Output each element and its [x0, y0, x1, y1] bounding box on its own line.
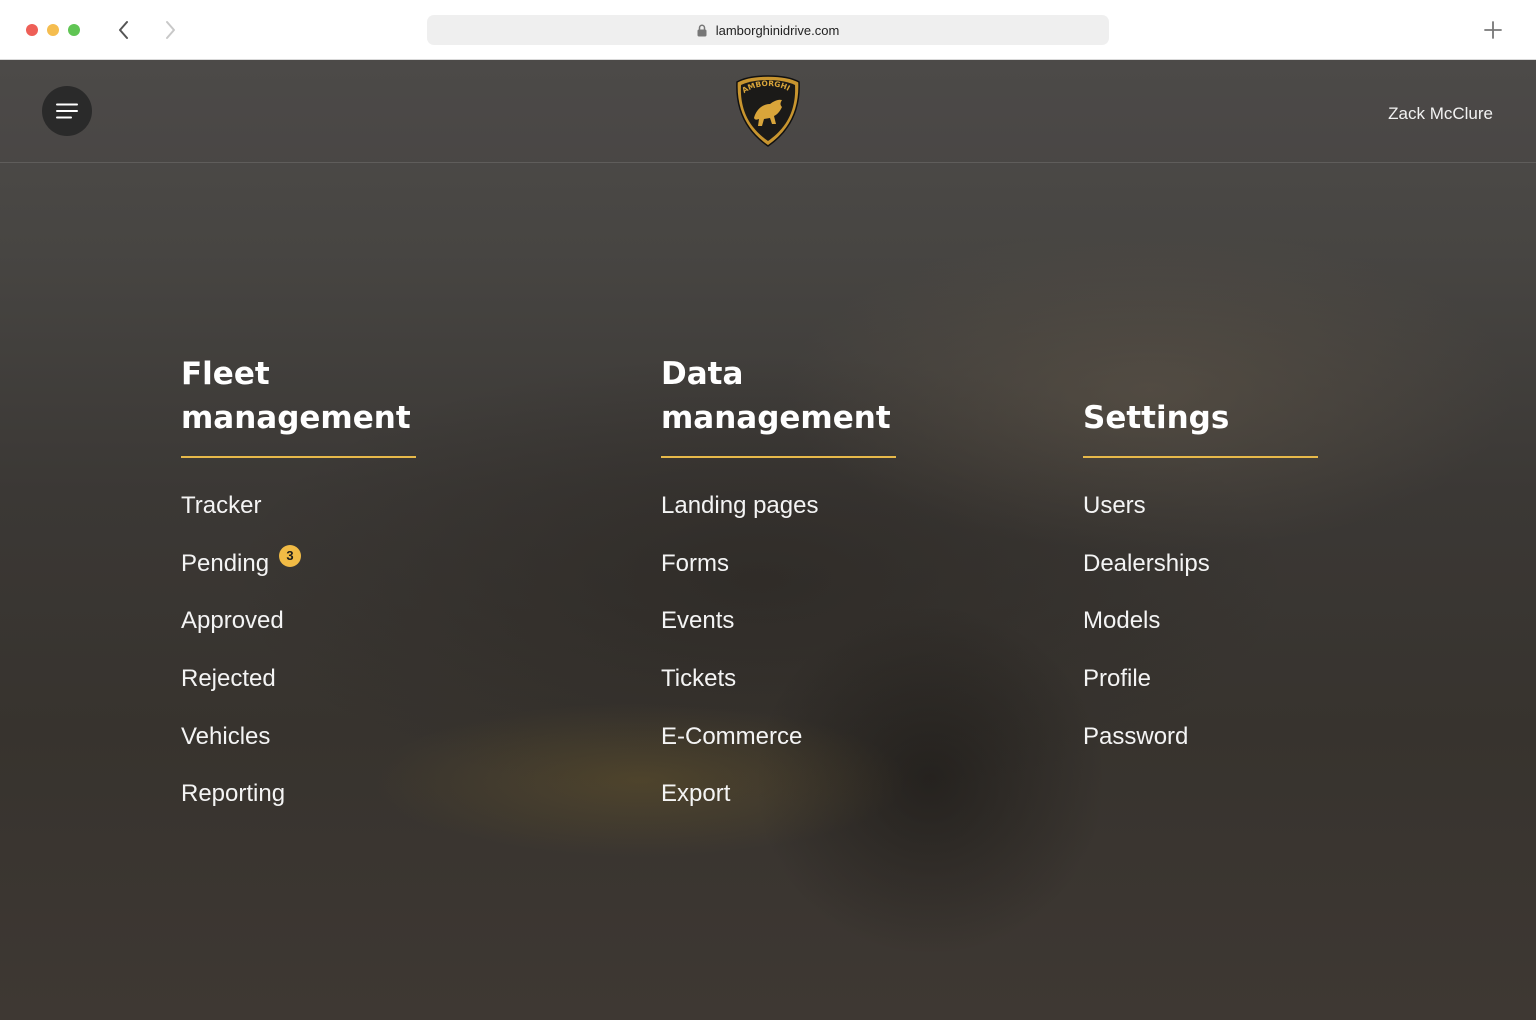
- fleet-management-section: Fleet management Tracker Pending 3 Approv…: [181, 330, 416, 836]
- top-navigation-bar: LAMBORGHINI Zack McClure: [0, 60, 1536, 163]
- address-bar[interactable]: lamborghinidrive.com: [427, 15, 1109, 45]
- menu-button[interactable]: [42, 86, 92, 136]
- menu-item-tickets[interactable]: Tickets: [661, 663, 896, 721]
- section-title: Data management: [661, 330, 896, 458]
- pending-count-badge: 3: [279, 544, 301, 567]
- chevron-right-icon: [166, 21, 175, 39]
- hamburger-icon: [56, 103, 78, 119]
- chevron-left-icon: [119, 21, 128, 39]
- menu-item-events[interactable]: Events: [661, 605, 896, 663]
- menu-item-forms[interactable]: Forms: [661, 548, 896, 606]
- minimize-window-button[interactable]: [47, 24, 59, 36]
- section-title-line: management: [181, 400, 411, 436]
- menu-item-users[interactable]: Users: [1083, 490, 1318, 548]
- menu-item-password[interactable]: Password: [1083, 721, 1318, 779]
- menu-item-rejected[interactable]: Rejected: [181, 663, 416, 721]
- menu-item-tracker[interactable]: Tracker: [181, 490, 416, 548]
- back-button[interactable]: [110, 16, 138, 44]
- section-title: Fleet management: [181, 330, 416, 458]
- lock-icon: [697, 24, 707, 37]
- menu-item-pending[interactable]: Pending 3: [181, 544, 416, 606]
- section-title-line: Data: [661, 356, 744, 392]
- section-title-line: Settings: [1083, 400, 1230, 436]
- settings-section: Settings Users Dealerships Models Profil…: [1083, 330, 1318, 778]
- forward-button[interactable]: [156, 16, 184, 44]
- new-tab-button[interactable]: [1480, 17, 1506, 43]
- maximize-window-button[interactable]: [68, 24, 80, 36]
- section-title-line: Fleet: [181, 356, 270, 392]
- menu-item-e-commerce[interactable]: E-Commerce: [661, 721, 896, 779]
- menu-item-models[interactable]: Models: [1083, 605, 1318, 663]
- menu-item-profile[interactable]: Profile: [1083, 663, 1318, 721]
- data-management-section: Data management Landing pages Forms Even…: [661, 330, 896, 836]
- user-name[interactable]: Zack McClure: [1388, 104, 1493, 124]
- menu-item-reporting[interactable]: Reporting: [181, 778, 416, 836]
- lamborghini-logo[interactable]: LAMBORGHINI: [731, 67, 802, 148]
- url-text: lamborghinidrive.com: [715, 22, 840, 38]
- page-background: LAMBORGHINI Zack McClure Fleet managemen…: [0, 60, 1536, 1020]
- section-title: Settings: [1083, 330, 1318, 458]
- close-window-button[interactable]: [26, 24, 38, 36]
- menu-list: Landing pages Forms Events Tickets E-Com…: [661, 490, 896, 836]
- section-title-line: management: [661, 400, 891, 436]
- menu-item-landing-pages[interactable]: Landing pages: [661, 490, 896, 548]
- menu-item-export[interactable]: Export: [661, 778, 896, 836]
- menu-item-approved[interactable]: Approved: [181, 605, 416, 663]
- plus-icon: [1484, 21, 1502, 39]
- menu-item-dealerships[interactable]: Dealerships: [1083, 548, 1318, 606]
- browser-chrome: lamborghinidrive.com: [0, 0, 1536, 60]
- menu-list: Tracker Pending 3 Approved Rejected Vehic…: [181, 490, 416, 836]
- menu-list: Users Dealerships Models Profile Passwor…: [1083, 490, 1318, 778]
- menu-item-vehicles[interactable]: Vehicles: [181, 721, 416, 779]
